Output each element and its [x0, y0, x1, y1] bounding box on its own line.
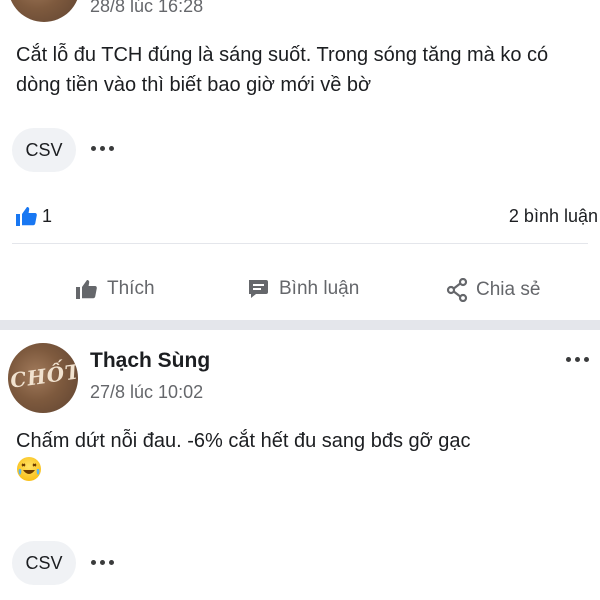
post2-author-name[interactable]: Thạch Sùng [90, 349, 210, 373]
post1-timestamp[interactable]: 28/8 lúc 16:28 [90, 0, 203, 17]
share-icon [446, 278, 468, 302]
like-count[interactable]: 1 [42, 206, 52, 227]
post2-timestamp[interactable]: 27/8 lúc 10:02 [90, 382, 203, 403]
post1-avatar-text: CHỐT [8, 0, 80, 1]
comment-count[interactable]: 2 bình luận [509, 206, 598, 227]
post2-avatar[interactable]: CHỐT [8, 343, 78, 413]
post1-tag-csv[interactable]: CSV [12, 128, 76, 172]
comment-button-label: Bình luận [279, 278, 360, 299]
laughing-emoji-icon [17, 457, 41, 481]
like-button-label: Thích [107, 278, 155, 299]
thumbs-up-icon [76, 280, 97, 299]
post1-avatar[interactable]: CHỐT [8, 0, 80, 22]
like-button[interactable]: Thích [75, 278, 155, 300]
post2-tag-more-icon[interactable] [91, 560, 114, 565]
share-button[interactable]: Chia sẻ [446, 278, 540, 302]
post1-more-options-icon[interactable] [91, 146, 114, 151]
comment-button[interactable]: Bình luận [247, 278, 359, 300]
post-separator [0, 320, 600, 330]
post2-avatar-text: CHỐT [8, 359, 78, 393]
share-button-label: Chia sẻ [476, 279, 541, 300]
like-reaction-icon[interactable] [14, 204, 38, 228]
post2-more-options-icon[interactable] [566, 357, 589, 362]
post1-text: Cắt lỗ đu TCH đúng là sáng suốt. Trong s… [16, 44, 549, 96]
post2-tag-csv[interactable]: CSV [12, 541, 76, 585]
comment-icon [249, 280, 268, 298]
reactions-divider [12, 243, 588, 244]
post2-text: Chấm dứt nỗi đau. -6% cắt hết đu sang bđ… [16, 430, 471, 452]
